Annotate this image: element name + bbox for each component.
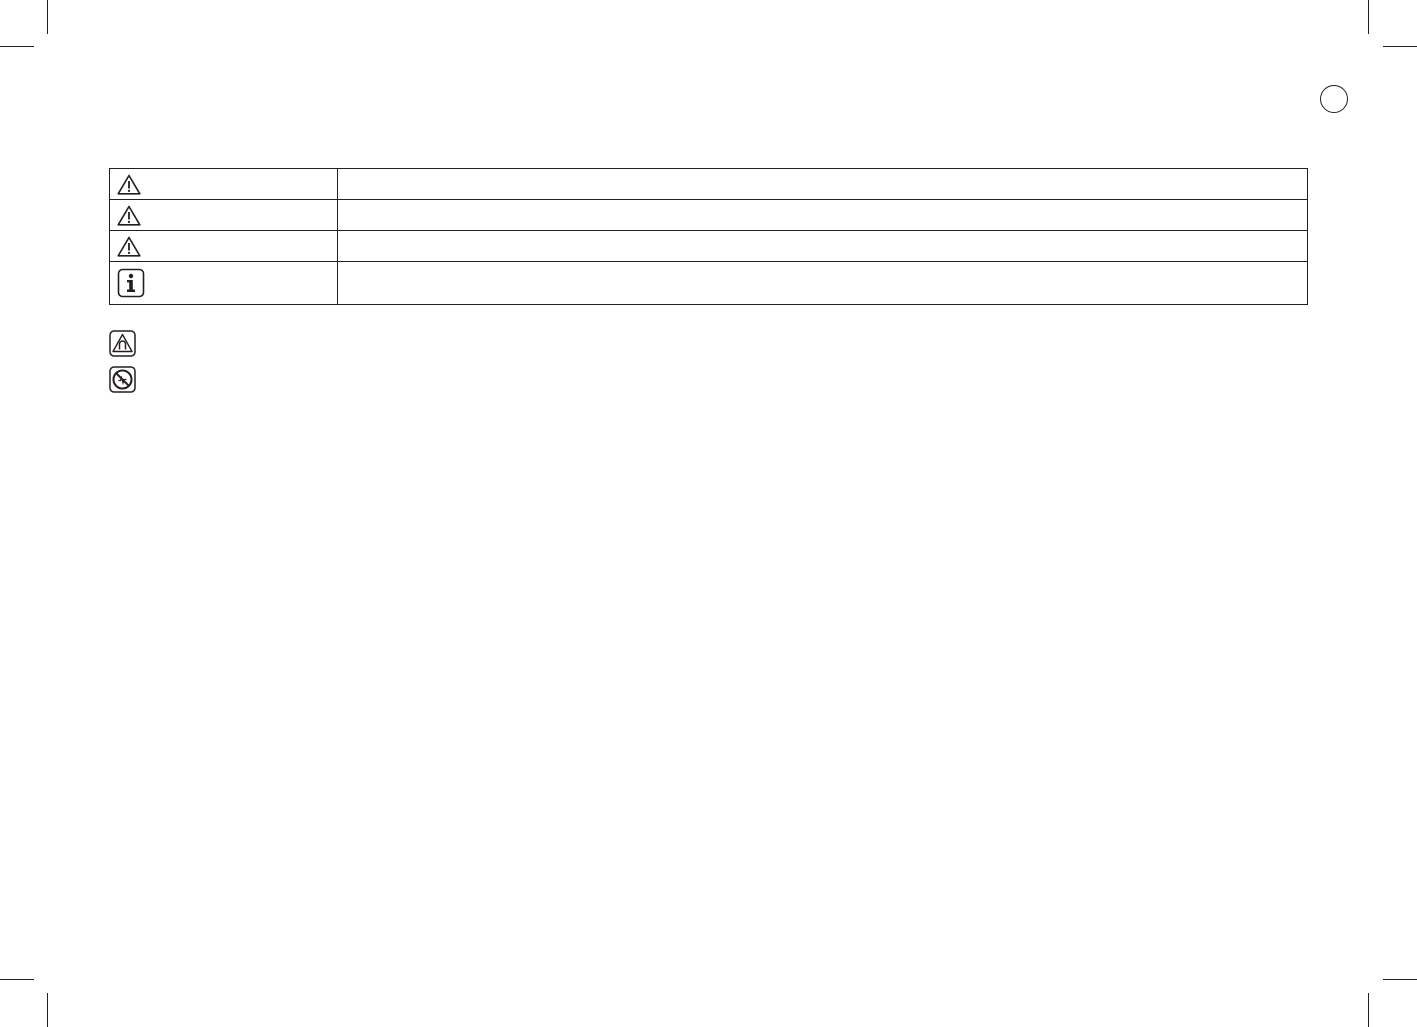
crop-mark <box>0 979 34 980</box>
table-row <box>109 230 1308 262</box>
symbol-cell <box>109 199 338 231</box>
crop-mark <box>1368 993 1369 1027</box>
crop-mark <box>1383 979 1417 980</box>
warning-triangle-icon <box>117 174 337 195</box>
symbol-cell <box>109 230 338 262</box>
symbol-table <box>109 168 1308 305</box>
description-cell <box>337 199 1308 231</box>
crop-mark <box>1383 46 1417 47</box>
crop-mark <box>47 0 48 34</box>
symbol-cell <box>109 168 338 200</box>
table-row <box>109 199 1308 231</box>
description-cell <box>337 168 1308 200</box>
description-cell <box>337 230 1308 262</box>
description-cell <box>337 261 1308 305</box>
table-row <box>109 261 1308 305</box>
no-pacemaker-icon <box>109 366 136 393</box>
page-marker-circle <box>1320 85 1348 113</box>
symbol-cell <box>109 261 338 305</box>
crop-mark <box>47 993 48 1027</box>
info-icon <box>117 268 337 298</box>
magnetic-field-warning-icon <box>109 330 136 357</box>
warning-triangle-icon <box>117 205 337 226</box>
crop-mark <box>1368 0 1369 34</box>
table-row <box>109 168 1308 200</box>
warning-triangle-icon <box>117 236 337 257</box>
crop-mark <box>0 46 34 47</box>
